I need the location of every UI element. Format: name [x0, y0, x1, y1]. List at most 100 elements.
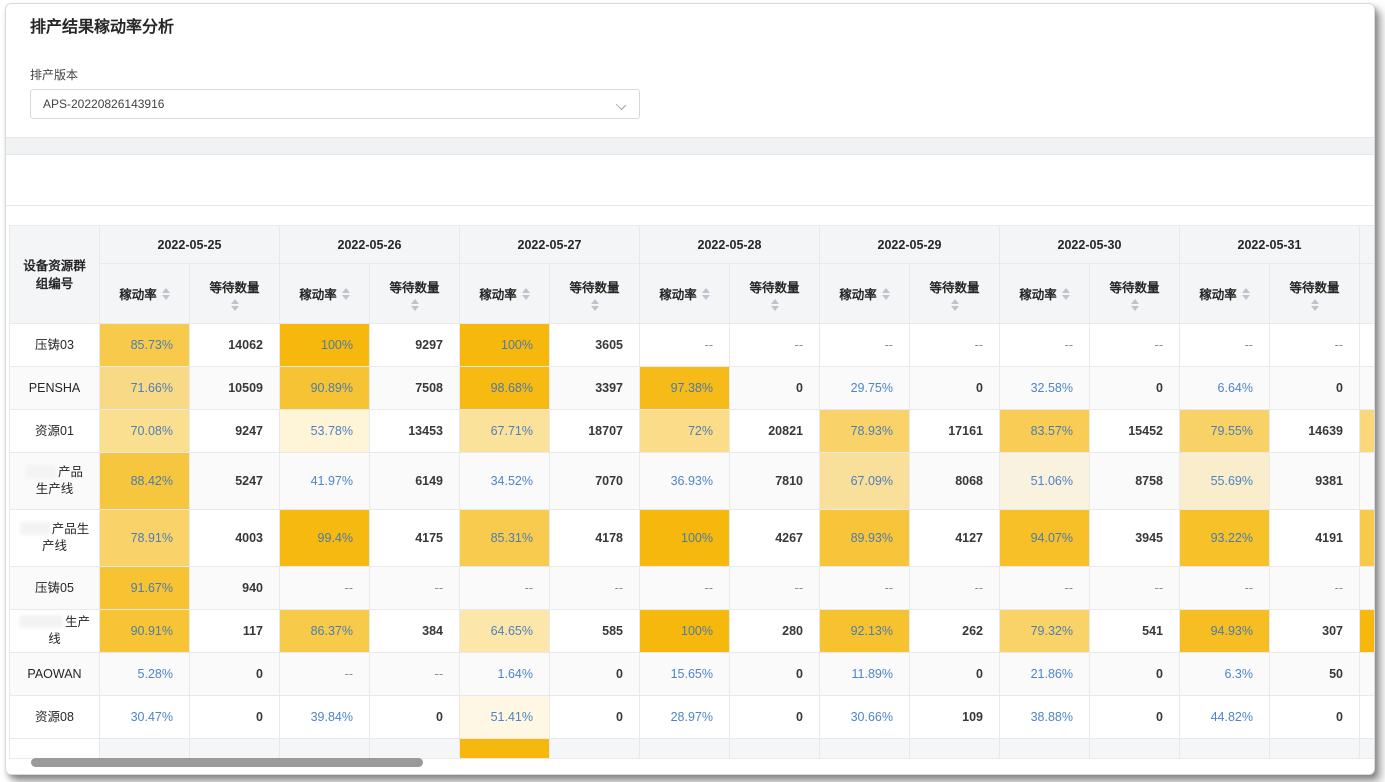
wait-column-header[interactable]: 等待数量	[550, 264, 640, 324]
clipped-cell	[1360, 567, 1374, 610]
rate-column-header[interactable]: 稼动率	[280, 264, 370, 324]
rate-column-header[interactable]: 稼动率	[820, 264, 910, 324]
sorter-icon[interactable]	[1242, 288, 1250, 300]
clipped-subheader	[1360, 264, 1374, 324]
subheader-row: 稼动率等待数量	[280, 264, 460, 324]
sorter-icon[interactable]	[411, 299, 419, 311]
sorter-icon[interactable]	[1311, 299, 1319, 311]
wait-quantity-cell: 0	[1090, 696, 1180, 739]
wait-quantity-cell: --	[370, 653, 460, 696]
table-header: 设备资源群组编号2022-05-25稼动率等待数量2022-05-26稼动率等待…	[10, 226, 1374, 324]
rate-cell: 32.58%	[1000, 367, 1090, 410]
wait-quantity-cell: 6149	[370, 453, 460, 510]
clipped-subheader-cell	[1360, 264, 1374, 324]
wait-quantity-cell	[1090, 739, 1180, 759]
date-header: 2022-05-26	[280, 226, 460, 264]
redacted-text-blur	[19, 615, 63, 628]
rate-column-header[interactable]: 稼动率	[1000, 264, 1090, 324]
sorter-icon[interactable]	[591, 299, 599, 311]
rate-column-header[interactable]: 稼动率	[640, 264, 730, 324]
version-select[interactable]: APS-20220826143916	[30, 89, 640, 119]
rate-cell: 79.32%	[1000, 610, 1090, 653]
wait-quantity-cell	[910, 739, 1000, 759]
wait-column-header[interactable]: 等待数量	[1270, 264, 1360, 324]
caret-up-icon	[162, 288, 170, 293]
table-row: PENSHA71.66%1050990.89%750898.68%339797.…	[10, 367, 1374, 410]
row-label-line: 资源08	[35, 709, 74, 726]
wait-quantity-cell: 5247	[190, 453, 280, 510]
wait-quantity-cell: 0	[550, 653, 640, 696]
rate-header-label: 稼动率	[479, 284, 517, 303]
rate-cell: --	[820, 324, 910, 367]
wait-quantity-cell: 18707	[550, 410, 640, 453]
clipped-cell	[1360, 610, 1374, 653]
sorter-icon[interactable]	[162, 288, 170, 300]
sorter-icon[interactable]	[1062, 288, 1070, 300]
wait-header-label: 等待数量	[1109, 277, 1159, 296]
rate-cell: 51.06%	[1000, 453, 1090, 510]
rate-cell: 6.3%	[1180, 653, 1270, 696]
wait-quantity-cell	[550, 739, 640, 759]
caret-up-icon	[411, 299, 419, 304]
row-label-line: 产品生	[20, 521, 90, 538]
wait-quantity-cell: 384	[370, 610, 460, 653]
sorter-icon[interactable]	[882, 288, 890, 300]
wait-quantity-cell: 541	[1090, 610, 1180, 653]
rate-cell: 28.97%	[640, 696, 730, 739]
sorter-icon[interactable]	[342, 288, 350, 300]
utilization-table: 设备资源群组编号2022-05-25稼动率等待数量2022-05-26稼动率等待…	[9, 225, 1374, 759]
sorter-icon[interactable]	[771, 299, 779, 311]
wait-column-header[interactable]: 等待数量	[370, 264, 460, 324]
row-label-cell: 资源01	[10, 410, 100, 453]
row-label-line: 生产线	[26, 481, 83, 498]
rate-header-label: 稼动率	[659, 284, 697, 303]
wait-quantity-cell: 50	[1270, 653, 1360, 696]
caret-up-icon	[702, 288, 710, 293]
utilization-table-wrap: 设备资源群组编号2022-05-25稼动率等待数量2022-05-26稼动率等待…	[9, 225, 1374, 762]
row-label-cell: 产品生产线	[10, 510, 100, 567]
wait-column-header[interactable]: 等待数量	[1090, 264, 1180, 324]
rate-cell	[460, 739, 550, 759]
horizontal-scrollbar-thumb[interactable]	[31, 758, 423, 767]
wait-quantity-cell: 4178	[550, 510, 640, 567]
wait-quantity-cell: 0	[1090, 653, 1180, 696]
rate-cell: 100%	[280, 324, 370, 367]
sorter-icon[interactable]	[1131, 299, 1139, 311]
wait-quantity-cell	[190, 739, 280, 759]
rate-column-header[interactable]: 稼动率	[100, 264, 190, 324]
rate-cell: 100%	[640, 510, 730, 567]
row-label: 生产线	[16, 614, 93, 648]
wait-quantity-cell: --	[730, 324, 820, 367]
wait-header-label: 等待数量	[929, 277, 979, 296]
sorter-icon[interactable]	[951, 299, 959, 311]
wait-quantity-cell: 262	[910, 610, 1000, 653]
table-row: 资源0170.08%924753.78%1345367.71%1870772%2…	[10, 410, 1374, 453]
sorter-icon[interactable]	[522, 288, 530, 300]
version-form: 排产版本 APS-20220826143916	[6, 39, 1374, 119]
wait-quantity-cell: 7070	[550, 453, 640, 510]
rate-cell: --	[640, 324, 730, 367]
rate-column-header[interactable]: 稼动率	[460, 264, 550, 324]
wait-column-header[interactable]: 等待数量	[910, 264, 1000, 324]
version-select-label: 排产版本	[30, 66, 1350, 83]
wait-column-header[interactable]: 等待数量	[190, 264, 280, 324]
wait-column-header[interactable]: 等待数量	[730, 264, 820, 324]
wait-quantity-cell: 0	[910, 367, 1000, 410]
rate-header-label: 稼动率	[119, 284, 157, 303]
sorter-icon[interactable]	[231, 299, 239, 311]
sorter-icon[interactable]	[702, 288, 710, 300]
wait-quantity-cell: --	[910, 324, 1000, 367]
wait-quantity-cell: 4267	[730, 510, 820, 567]
rate-column-header[interactable]: 稼动率	[1180, 264, 1270, 324]
caret-up-icon	[882, 288, 890, 293]
rate-cell: --	[1180, 567, 1270, 610]
row-label: 资源01	[35, 423, 74, 440]
wait-quantity-cell	[370, 739, 460, 759]
wait-quantity-cell: 3945	[1090, 510, 1180, 567]
wait-quantity-cell: 0	[370, 696, 460, 739]
wait-quantity-cell: 9297	[370, 324, 460, 367]
rate-cell	[820, 739, 910, 759]
rate-cell: 90.89%	[280, 367, 370, 410]
rate-cell: 34.52%	[460, 453, 550, 510]
page-header: 排产结果稼动率分析	[6, 4, 1374, 39]
